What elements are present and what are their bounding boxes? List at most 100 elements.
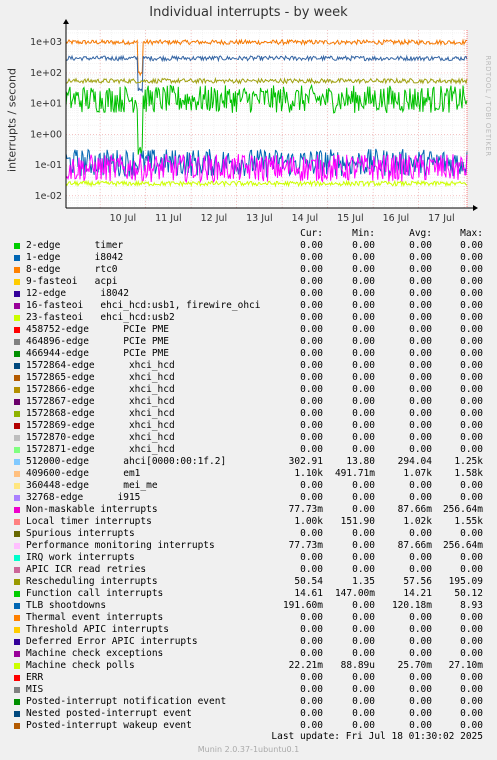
- y-tick-label: 1e+03: [30, 37, 62, 48]
- legend-label: Thermal event interrupts: [26, 612, 164, 623]
- legend-swatch: [14, 543, 20, 549]
- legend-label: Posted-interrupt notification event: [26, 696, 227, 707]
- legend-row: 1572866-edge xhci_hcd 0.00 0.00 0.00 0.00: [0, 384, 497, 396]
- legend-row: 1572869-edge xhci_hcd 0.00 0.00 0.00 0.00: [0, 420, 497, 432]
- legend-label: IRQ work interrupts: [26, 552, 135, 563]
- legend-value-max: 27.10m: [448, 660, 483, 671]
- legend-swatch: [14, 339, 20, 345]
- legend-label: Machine check exceptions: [26, 648, 164, 659]
- legend-swatch: [14, 639, 20, 645]
- legend-value-max: 0.00: [460, 480, 483, 491]
- legend-label: 8-edge rtc0: [26, 264, 118, 275]
- legend-label: 360448-edge mei_me: [26, 480, 158, 491]
- legend-value-max: 0.00: [460, 552, 483, 563]
- legend-swatch: [14, 519, 20, 525]
- legend-label: Performance monitoring interrupts: [26, 540, 215, 551]
- legend-row: Spurious interrupts 0.00 0.00 0.00 0.00: [0, 528, 497, 540]
- legend-row: Local timer interrupts 1.00k 151.90 1.02k 1.…: [0, 516, 497, 528]
- legend-label: Posted-interrupt wakeup event: [26, 720, 192, 731]
- legend-swatch: [14, 723, 20, 729]
- plot-area: 1e+03 1e+02 1e+01 1e+00 1e-01 1e-02 10 Jul 11 J…: [30, 19, 478, 224]
- legend-row: 1572868-edge xhci_hcd 0.00 0.00 0.00 0.00: [0, 408, 497, 420]
- legend-label: Function call interrupts: [26, 588, 164, 599]
- x-tick-label: 15 Jul: [337, 213, 364, 224]
- legend-value-max: 0.00: [460, 696, 483, 707]
- legend-row: Deferred Error APIC interrupts 0.00 0.00 0.…: [0, 636, 497, 648]
- legend-label: Machine check polls: [26, 660, 135, 671]
- legend-value-max: 0.00: [460, 672, 483, 683]
- y-tick-label: 1e-02: [35, 191, 62, 202]
- legend-label: 1572869-edge xhci_hcd: [26, 420, 175, 431]
- x-tick-label: 11 Jul: [155, 213, 182, 224]
- legend-swatch: [14, 303, 20, 309]
- y-tick-label: 1e-01: [35, 160, 62, 171]
- x-tick-label: 17 Jul: [428, 213, 455, 224]
- legend-swatch: [14, 591, 20, 597]
- legend-label: Rescheduling interrupts: [26, 576, 158, 587]
- legend-row: 2-edge timer 0.00 0.00 0.00 0.00: [0, 240, 497, 252]
- legend-value-max: 0.00: [460, 348, 483, 359]
- legend-value-max: 0.00: [460, 444, 483, 455]
- legend-label: Threshold APIC interrupts: [26, 624, 169, 635]
- legend-swatch: [14, 279, 20, 285]
- legend-row: 466944-edge PCIe PME 0.00 0.00 0.00 0.00: [0, 348, 497, 360]
- legend-value-max: 0.00: [460, 372, 483, 383]
- legend-value-max: 0.00: [460, 300, 483, 311]
- legend-row: 1572867-edge xhci_hcd 0.00 0.00 0.00 0.00: [0, 396, 497, 408]
- legend-label: 466944-edge PCIe PME: [26, 348, 169, 359]
- legend-label: 32768-edge i915: [26, 492, 141, 503]
- legend-value-max: 0.00: [460, 276, 483, 287]
- legend-value-max: 0.00: [460, 252, 483, 263]
- legend-swatch: [14, 423, 20, 429]
- legend-swatch: [14, 471, 20, 477]
- legend-swatch: [14, 675, 20, 681]
- legend-row: 1572865-edge xhci_hcd 0.00 0.00 0.00 0.00: [0, 372, 497, 384]
- legend-swatch: [14, 255, 20, 261]
- legend-row: 8-edge rtc0 0.00 0.00 0.00 0.00: [0, 264, 497, 276]
- legend-header-col: Max:: [460, 228, 483, 239]
- legend-label: APIC ICR read retries: [26, 564, 147, 575]
- legend-swatch: [14, 603, 20, 609]
- legend-label: Spurious interrupts: [26, 528, 135, 539]
- y-tick-label: 1e+01: [30, 99, 62, 110]
- legend-value-max: 195.09: [448, 576, 483, 587]
- legend-value-max: 0.00: [460, 336, 483, 347]
- legend-swatch: [14, 651, 20, 657]
- legend-label: 1572866-edge xhci_hcd: [26, 384, 175, 395]
- legend-swatch: [14, 483, 20, 489]
- legend-value-max: 0.00: [460, 396, 483, 407]
- legend-row: Rescheduling interrupts 50.54 1.35 57.56 195…: [0, 576, 497, 588]
- legend-row: APIC ICR read retries 0.00 0.00 0.00 0.00: [0, 564, 497, 576]
- legend-value-max: 0.00: [460, 624, 483, 635]
- legend-row: Threshold APIC interrupts 0.00 0.00 0.00 0.0…: [0, 624, 497, 636]
- legend-row: 9-fasteoi acpi 0.00 0.00 0.00 0.00: [0, 276, 497, 288]
- legend-label: TLB shootdowns: [26, 600, 107, 611]
- legend-label: ERR: [26, 672, 44, 683]
- legend-value-max: 0.00: [460, 384, 483, 395]
- x-tick-label: 14 Jul: [292, 213, 319, 224]
- legend-row: 458752-edge PCIe PME 0.00 0.00 0.00 0.00: [0, 324, 497, 336]
- y-tick-label: 1e+00: [30, 129, 62, 140]
- legend-value-max: 0.00: [460, 636, 483, 647]
- legend-value-max: 0.00: [460, 648, 483, 659]
- legend-value-max: 1.55k: [454, 516, 483, 527]
- legend-label: 409600-edge em1: [26, 468, 141, 479]
- legend-label: 12-edge i8042: [26, 288, 129, 299]
- legend-swatch: [14, 399, 20, 405]
- legend-swatch: [14, 531, 20, 537]
- legend-row: 16-fasteoi ehci_hcd:usb1, firewire_ohci 0…: [0, 300, 497, 312]
- legend-swatch: [14, 267, 20, 273]
- x-axis-arrow: [473, 205, 478, 211]
- legend-value-max: 0.00: [460, 708, 483, 719]
- legend-swatch: [14, 507, 20, 513]
- legend-value-max: 0.00: [460, 684, 483, 695]
- legend-row: 1572870-edge xhci_hcd 0.00 0.00 0.00 0.00: [0, 432, 497, 444]
- legend-row: 512000-edge ahci[0000:00:1f.2] 302.91 13.8…: [0, 456, 497, 468]
- legend-row: Thermal event interrupts 0.00 0.00 0.00 0.00: [0, 612, 497, 624]
- legend-label: 458752-edge PCIe PME: [26, 324, 169, 335]
- legend-row: Machine check exceptions 0.00 0.00 0.00 0.00: [0, 648, 497, 660]
- x-tick-label: 13 Jul: [246, 213, 273, 224]
- legend-row: 1572864-edge xhci_hcd 0.00 0.00 0.00 0.00: [0, 360, 497, 372]
- legend-swatch: [14, 615, 20, 621]
- y-axis-arrow: [63, 19, 69, 24]
